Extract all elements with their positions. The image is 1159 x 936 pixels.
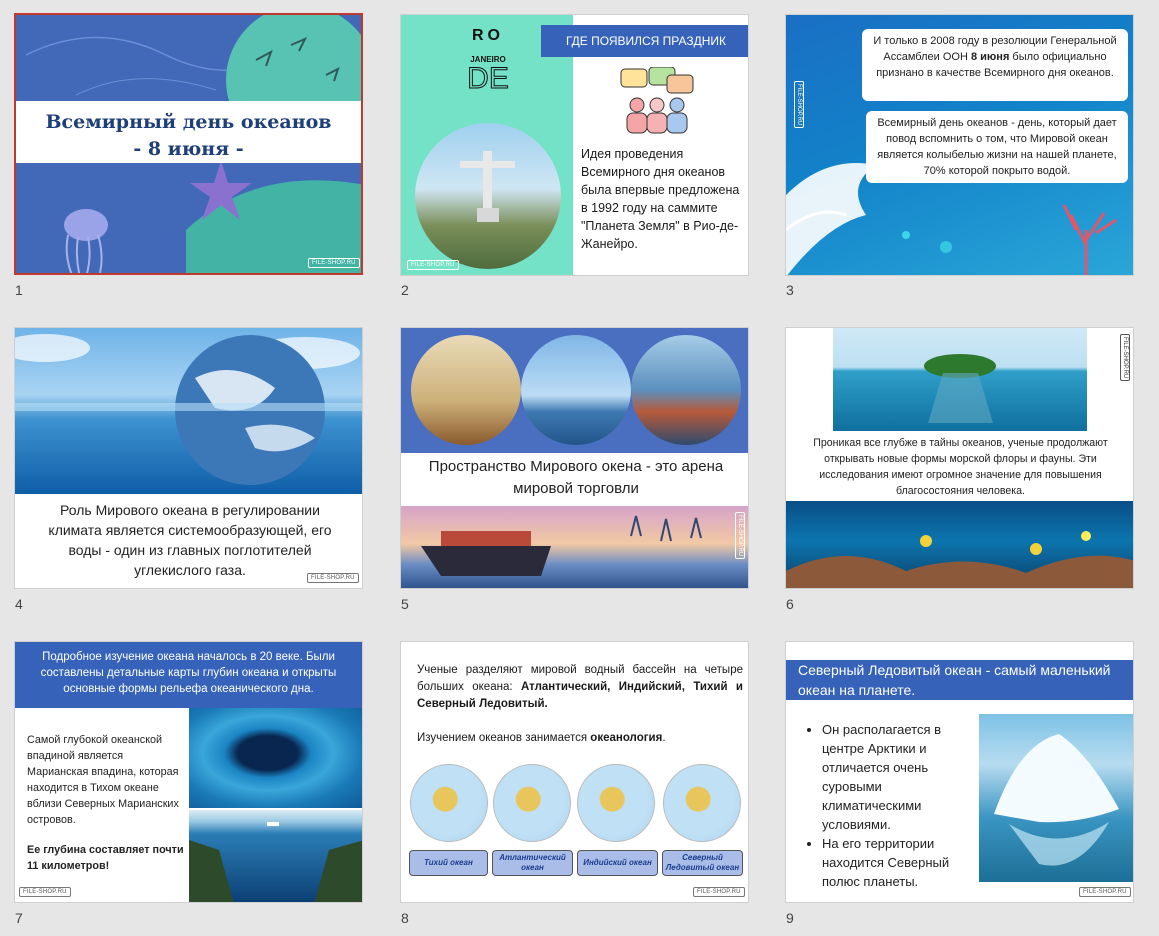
list-item: Он располагается в центре Арктики и отли…	[822, 720, 982, 834]
slide-body-text: Самой глубокой океанской впадиной являет…	[27, 734, 184, 872]
pacific-ocean-map	[410, 764, 488, 842]
iceberg-photo	[979, 714, 1133, 882]
slide-number: 5	[401, 596, 409, 612]
watermark: FILE-SHOP.RU	[19, 887, 71, 897]
slide-number: 6	[786, 596, 794, 612]
island-underwater-photo	[833, 328, 1087, 431]
arctic-ocean-map	[663, 764, 741, 842]
historical-traders-photo	[411, 335, 521, 445]
slide-body-text: Проникая все глубже в тайны океанов, уче…	[813, 437, 1108, 497]
christ-redeemer-photo	[415, 123, 561, 269]
mariana-trench-illustration	[189, 810, 362, 902]
watermark: FILE-SHOP.RU	[1079, 887, 1131, 897]
slide-thumbnail-9[interactable]: Северный Ледовитый океан - самый маленьк…	[785, 641, 1134, 903]
slide-body-text: Ученые разделяют мировой водный бассейн …	[417, 664, 744, 744]
coral-reef-photo	[786, 501, 1133, 588]
watermark: FILE-SHOP.RU	[307, 573, 359, 583]
slide-header: Северный Ледовитый океан - самый маленьк…	[786, 660, 1133, 700]
watermark: FILE-SHOP.RU	[735, 512, 745, 560]
rio-logo: RO JANEIRO DE	[467, 27, 510, 95]
watermark: FILE-SHOP.RU	[794, 81, 804, 129]
info-box-2: Всемирный день океанов - день, который д…	[866, 111, 1128, 183]
slide-number: 1	[15, 282, 23, 298]
slide-thumbnail-6[interactable]: FILE-SHOP.RU Проникая все глубже в тайны…	[785, 327, 1134, 589]
atlantic-ocean-map	[493, 764, 571, 842]
slide-number: 7	[15, 910, 23, 926]
slide-thumbnail-3[interactable]: И только в 2008 году в резолюции Генерал…	[785, 14, 1134, 276]
slide-thumbnail-8[interactable]: Ученые разделяют мировой водный бассейн …	[400, 641, 749, 903]
blue-hole-photo	[189, 708, 362, 808]
indian-ocean-button[interactable]: Индийский океан	[577, 850, 658, 876]
earth-in-ocean-photo	[15, 328, 362, 494]
cargo-ship-photo	[521, 335, 631, 445]
slide-number: 4	[15, 596, 23, 612]
info-box-1: И только в 2008 году в резолюции Генерал…	[862, 29, 1128, 101]
slide-title: Всемирный день океанов - 8 июня -	[45, 111, 332, 160]
slide-body-text: Роль Мирового океана в регулировании кли…	[48, 502, 332, 578]
slide-header: ГДЕ ПОЯВИЛСЯ ПРАЗДНИК	[541, 25, 748, 57]
slide-thumbnail-1[interactable]: Всемирный день океанов - 8 июня - FILE-S…	[14, 13, 363, 275]
arctic-ocean-button[interactable]: Северный Ледовитый океан	[662, 850, 743, 876]
slide-thumbnail-4[interactable]: Роль Мирового океана в регулировании кли…	[14, 327, 363, 589]
people-chat-icon	[620, 67, 694, 134]
port-cranes-photo	[631, 335, 741, 445]
watermark: FILE-SHOP.RU	[1120, 334, 1130, 382]
watermark: FILE-SHOP.RU	[693, 887, 745, 897]
slide-number: 2	[401, 282, 409, 298]
slide-body-text: Пространство Мирового окена - это арена …	[428, 458, 724, 497]
slide-thumbnail-7[interactable]: Подробное изучение океана началось в 20 …	[14, 641, 363, 903]
slide-thumbnail-5[interactable]: Пространство Мирового окена - это арена …	[400, 327, 749, 589]
list-item: На его территории находится Северный пол…	[822, 834, 982, 891]
watermark: FILE-SHOP.RU	[407, 260, 459, 270]
slide-header: Подробное изучение океана началось в 20 …	[15, 642, 362, 708]
container-ship-sunset-photo	[401, 506, 748, 588]
slide-body-text: Идея проведения Всемирного дня океанов б…	[581, 147, 740, 251]
slide-number: 3	[786, 282, 794, 298]
pacific-ocean-button[interactable]: Тихий океан	[409, 850, 488, 876]
indian-ocean-map	[577, 764, 655, 842]
slide-number: 8	[401, 910, 409, 926]
slide-thumbnail-2[interactable]: RO JANEIRO DE ГДЕ ПОЯВИЛСЯ ПРАЗДНИК Идея…	[400, 14, 749, 276]
atlantic-ocean-button[interactable]: Атлантический океан	[492, 850, 573, 876]
watermark: FILE-SHOP.RU	[308, 258, 360, 268]
slide-number: 9	[786, 910, 794, 926]
bullet-list: Он располагается в центре Арктики и отли…	[808, 720, 982, 891]
